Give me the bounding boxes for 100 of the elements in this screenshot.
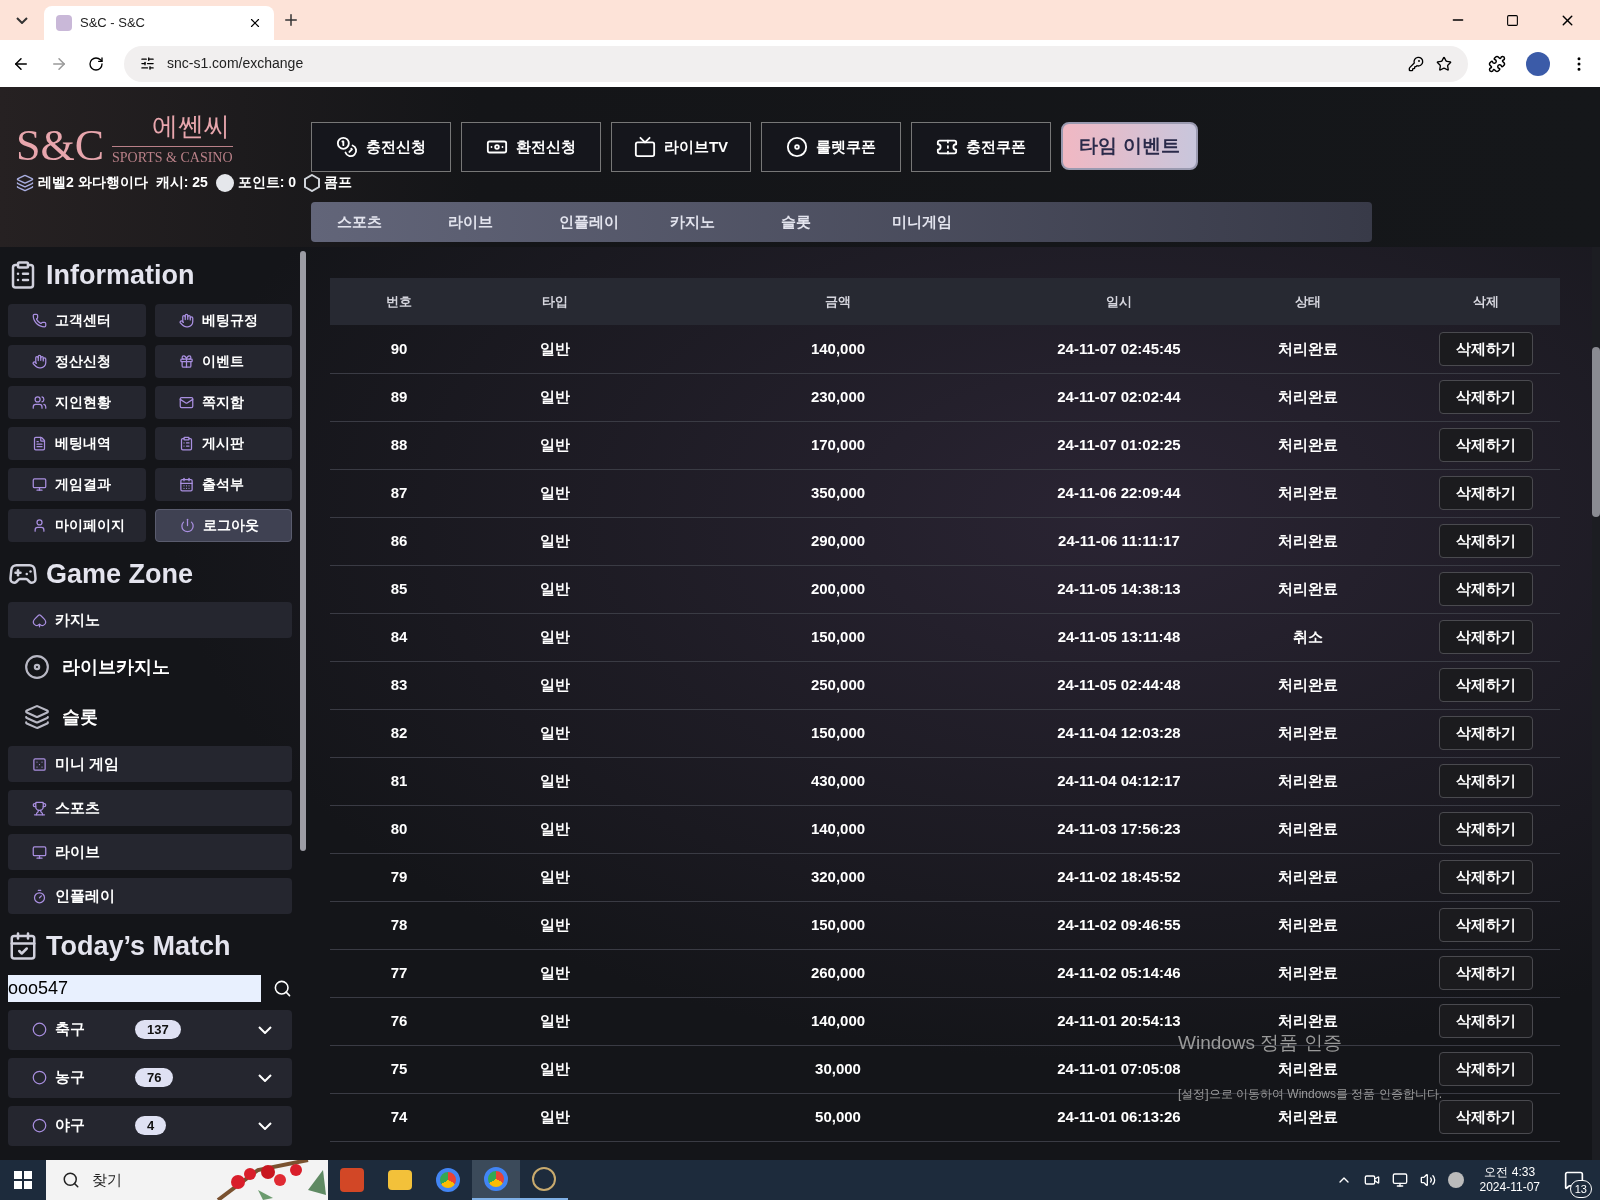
game-menu-link[interactable]: 라이브카지노 xyxy=(8,646,292,688)
event-button[interactable]: 타임 이벤트 xyxy=(1061,122,1198,170)
maximize-icon[interactable] xyxy=(1506,13,1519,27)
header-button[interactable]: 충전쿠폰 xyxy=(911,122,1051,172)
nav-item[interactable]: 라이브 xyxy=(448,210,559,234)
info-menu-item[interactable]: 마이페이지 xyxy=(8,508,146,542)
address-bar[interactable]: snc-s1.com/exchange xyxy=(124,45,1468,82)
table-cell: 87 xyxy=(390,484,408,501)
table-cell: 24-11-02 05:14:46 xyxy=(1057,964,1181,981)
ball-icon xyxy=(32,1022,47,1037)
game-menu-link[interactable]: 슬롯 xyxy=(8,696,292,738)
new-tab-icon[interactable] xyxy=(282,11,300,29)
delete-button[interactable]: 삭제하기 xyxy=(1439,908,1533,942)
delete-button[interactable]: 삭제하기 xyxy=(1439,764,1533,798)
camera-icon[interactable] xyxy=(1363,1172,1380,1188)
table-cell: 취소 xyxy=(1293,628,1323,645)
delete-button[interactable]: 삭제하기 xyxy=(1439,860,1533,894)
logo-tagline: SPORTS & CASINO xyxy=(112,146,233,168)
sport-row[interactable]: 야구 4 xyxy=(8,1105,292,1146)
nav-item[interactable]: 카지노 xyxy=(670,210,781,234)
game-menu-item[interactable]: 스포츠 xyxy=(8,790,292,826)
delete-button[interactable]: 삭제하기 xyxy=(1439,812,1533,846)
extensions-icon[interactable] xyxy=(1488,54,1506,73)
clock[interactable]: 오전 4:33 2024-11-07 xyxy=(1475,1165,1544,1195)
game-menu-item[interactable]: 카지노 xyxy=(8,602,292,638)
info-menu-item[interactable]: 베팅내역 xyxy=(8,426,146,460)
delete-button[interactable]: 삭제하기 xyxy=(1439,428,1533,462)
header-button[interactable]: 룰렛쿠폰 xyxy=(761,122,901,172)
scrollbar-thumb[interactable] xyxy=(300,251,306,851)
calendar-check-icon xyxy=(8,931,38,962)
hexagon-icon xyxy=(304,173,321,192)
info-menu-item[interactable]: 게시판 xyxy=(154,426,292,460)
table-cell: 290,000 xyxy=(810,532,866,549)
game-menu-item[interactable]: 미니 게임 xyxy=(8,746,292,782)
game-menu-item[interactable]: 라이브 xyxy=(8,834,292,870)
browser-app-icon[interactable] xyxy=(472,1160,520,1200)
table-cell: 일반 xyxy=(540,580,570,597)
key-icon[interactable] xyxy=(1408,55,1424,72)
hand-icon xyxy=(32,353,47,369)
browser-tab[interactable]: S&C - S&C xyxy=(44,6,274,40)
sport-row[interactable]: 농구 76 xyxy=(8,1057,292,1098)
reload-icon[interactable] xyxy=(88,55,104,72)
header-button[interactable]: 충전신청 xyxy=(311,122,451,172)
volume-icon[interactable] xyxy=(1419,1172,1436,1188)
bookmark-icon[interactable] xyxy=(1436,55,1452,72)
delete-button[interactable]: 삭제하기 xyxy=(1439,331,1533,366)
delete-button[interactable]: 삭제하기 xyxy=(1439,1100,1533,1134)
info-menu-item[interactable]: 출석부 xyxy=(154,467,292,501)
header-button[interactable]: 환전신청 xyxy=(461,122,601,172)
column-header: 금액 xyxy=(642,278,1034,325)
scrollbar-thumb[interactable] xyxy=(1592,347,1600,517)
table-cell: 일반 xyxy=(540,916,570,933)
table-cell: 일반 xyxy=(540,339,570,357)
table-cell: 처리완료 xyxy=(1278,532,1338,549)
table-cell: 24-11-04 12:03:28 xyxy=(1057,724,1181,741)
site-settings-icon[interactable] xyxy=(140,56,155,71)
info-menu-item[interactable]: 쪽지함 xyxy=(154,385,292,419)
table-cell: 일반 xyxy=(540,1108,570,1125)
info-menu-item[interactable]: 이벤트 xyxy=(154,344,292,378)
info-menu-item[interactable]: 고객센터 xyxy=(8,303,146,337)
info-menu-item[interactable]: 게임결과 xyxy=(8,467,146,501)
nav-item[interactable]: 슬롯 xyxy=(781,210,892,234)
info-menu-item[interactable]: 지인현황 xyxy=(8,385,146,419)
info-menu-item[interactable]: 정산신청 xyxy=(8,344,146,378)
nav-item[interactable]: 인플레이 xyxy=(559,210,670,234)
table-cell: 50,000 xyxy=(815,1108,861,1125)
section-title: Game Zone xyxy=(46,557,194,591)
delete-button[interactable]: 삭제하기 xyxy=(1439,956,1533,990)
game-menu-item[interactable]: 인플레이 xyxy=(8,878,292,914)
delete-button[interactable]: 삭제하기 xyxy=(1439,1004,1533,1038)
search-icon[interactable] xyxy=(273,978,292,998)
gift-icon xyxy=(178,353,194,369)
table-cell: 처리완료 xyxy=(1278,1060,1338,1077)
delete-button[interactable]: 삭제하기 xyxy=(1439,620,1533,654)
table-cell: 320,000 xyxy=(810,868,866,885)
delete-button[interactable]: 삭제하기 xyxy=(1439,1052,1533,1086)
nav-item[interactable]: 미니게임 xyxy=(892,210,1003,234)
delete-button[interactable]: 삭제하기 xyxy=(1439,572,1533,606)
delete-button[interactable]: 삭제하기 xyxy=(1439,476,1533,510)
table-cell: 81 xyxy=(390,772,408,789)
sport-row[interactable]: 축구 137 xyxy=(8,1009,292,1050)
delete-button[interactable]: 삭제하기 xyxy=(1439,668,1533,702)
delete-button[interactable]: 삭제하기 xyxy=(1439,524,1533,558)
table-cell: 78 xyxy=(390,916,408,933)
nav-item[interactable]: 스포츠 xyxy=(337,210,448,234)
taskbar-search[interactable]: 찾기 xyxy=(46,1160,328,1200)
table-cell: 일반 xyxy=(540,820,570,837)
table-cell: 170,000 xyxy=(810,436,866,453)
info-menu-item[interactable]: 로그아웃 xyxy=(154,508,292,542)
table-cell: 88 xyxy=(390,436,408,453)
search-field[interactable]: ooo547 xyxy=(8,974,262,1002)
logo-monogram: S&C xyxy=(16,124,105,168)
header-button[interactable]: 라이브TV xyxy=(611,122,751,172)
delete-button[interactable]: 삭제하기 xyxy=(1439,380,1533,414)
table-cell: 처리완료 xyxy=(1278,724,1338,741)
profile-avatar[interactable] xyxy=(1526,51,1550,76)
delete-button[interactable]: 삭제하기 xyxy=(1439,716,1533,750)
info-menu-item[interactable]: 베팅규정 xyxy=(154,303,292,337)
close-icon[interactable] xyxy=(248,16,262,30)
notification-count: 13 xyxy=(1569,1179,1592,1198)
